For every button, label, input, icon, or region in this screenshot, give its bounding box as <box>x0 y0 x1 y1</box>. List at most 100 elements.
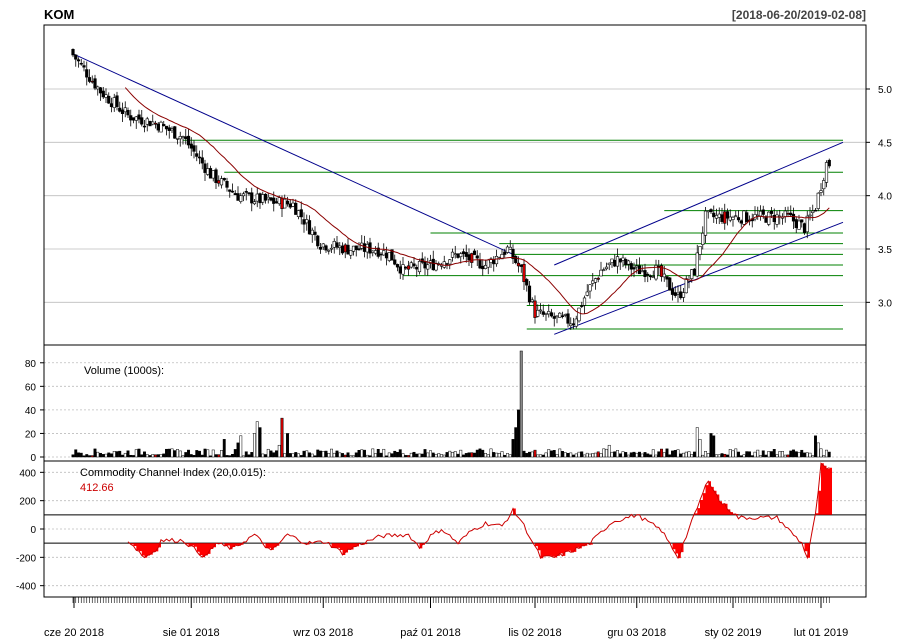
candle-body <box>786 212 790 215</box>
volume-bar <box>77 452 80 458</box>
volume-bar <box>332 452 336 458</box>
volume-bar <box>305 450 309 458</box>
price-tick-label: 4.5 <box>878 138 892 149</box>
volume-bar <box>121 454 124 458</box>
volume-bar <box>434 453 438 458</box>
candle-body <box>621 257 625 261</box>
volume-bar <box>662 452 666 458</box>
candle-body <box>118 107 122 112</box>
candle-body <box>318 246 323 250</box>
candle-body <box>461 251 466 255</box>
volume-bar <box>745 451 749 458</box>
volume-bar <box>775 454 779 458</box>
volume-bar <box>393 450 397 458</box>
volume-bar <box>236 442 240 458</box>
candle-body <box>827 159 831 167</box>
volume-bar <box>321 451 325 458</box>
volume-bar <box>522 450 526 458</box>
volume-bar <box>206 449 210 458</box>
volume-bar <box>343 454 347 458</box>
cci-panel: Commodity Channel Index (20,0.015): 412.… <box>16 462 866 593</box>
candle-body <box>450 251 455 258</box>
candle-body <box>602 269 606 271</box>
x-tick-label: lis 02 2018 <box>508 627 561 639</box>
candle-body <box>453 253 457 256</box>
volume-bar <box>624 452 628 458</box>
candle-body <box>483 265 488 269</box>
volume-bar <box>588 453 592 458</box>
volume-bar <box>374 453 377 458</box>
candle-body <box>533 300 537 318</box>
candle-body <box>214 169 218 183</box>
volume-bar <box>118 450 122 458</box>
candlesticks <box>71 48 831 330</box>
candle-body <box>225 180 229 188</box>
volume-bar <box>709 433 713 458</box>
candle-body <box>761 209 765 215</box>
volume-bar <box>412 451 416 458</box>
volume-bar <box>484 452 487 458</box>
volume-bar <box>544 452 548 458</box>
trend-line <box>72 53 514 255</box>
volume-bar <box>808 452 812 458</box>
volume-bar <box>170 448 174 458</box>
candle-body <box>648 275 653 278</box>
volume-bar <box>561 451 564 458</box>
volume-bar <box>563 452 567 458</box>
candle-body <box>203 163 207 173</box>
volume-bar <box>115 451 119 458</box>
volume-bar <box>552 450 556 458</box>
volume-bar <box>591 453 595 458</box>
candle-body <box>665 276 669 280</box>
volume-tick-label: 80 <box>25 359 37 370</box>
candle-body <box>560 315 565 318</box>
volume-bar <box>822 455 826 458</box>
candle-body <box>712 212 716 218</box>
volume-bar <box>269 450 273 458</box>
volume-bar <box>665 448 669 458</box>
volume-bar <box>299 455 303 458</box>
candle-body <box>574 318 578 327</box>
cci-axis: 400 200 0 -200 -400 <box>16 468 44 593</box>
volume-bar <box>803 452 806 458</box>
volume-bar <box>811 455 815 458</box>
volume-bar <box>82 455 86 458</box>
candle-body <box>613 259 617 267</box>
candle-body <box>145 118 149 125</box>
volume-bar <box>401 453 405 458</box>
volume-bar <box>805 452 809 458</box>
candle-body <box>503 251 507 255</box>
candle-body <box>79 62 83 65</box>
volume-bar <box>638 451 641 458</box>
volume-bar <box>569 452 573 458</box>
candle-body <box>129 115 133 121</box>
candle-body <box>112 97 116 108</box>
volume-bar <box>783 454 787 458</box>
candle-body <box>280 198 284 209</box>
candle-body <box>107 95 111 104</box>
candle-body <box>736 217 741 221</box>
candle-body <box>346 244 350 255</box>
candle-body <box>109 103 114 108</box>
volume-bar <box>632 451 636 458</box>
volume-bar <box>387 452 391 458</box>
candle-body <box>299 209 303 218</box>
volume-bar <box>93 448 97 458</box>
volume-bar <box>640 453 644 458</box>
price-tick-label: 3.5 <box>878 245 892 256</box>
candle-body <box>797 220 801 230</box>
candle-body <box>811 210 815 214</box>
volume-bar <box>456 453 460 458</box>
candle-body <box>505 246 510 253</box>
volume-bar <box>308 452 311 458</box>
volume-bar <box>291 453 295 458</box>
candle-body <box>519 264 523 267</box>
candle-body <box>316 235 320 247</box>
volume-bar <box>596 451 600 458</box>
volume-bar <box>481 449 485 458</box>
volume-bar <box>475 449 479 458</box>
candle-body <box>714 215 719 219</box>
volume-bar <box>605 448 608 458</box>
candle-body <box>90 80 94 83</box>
volume-bar <box>398 449 402 458</box>
